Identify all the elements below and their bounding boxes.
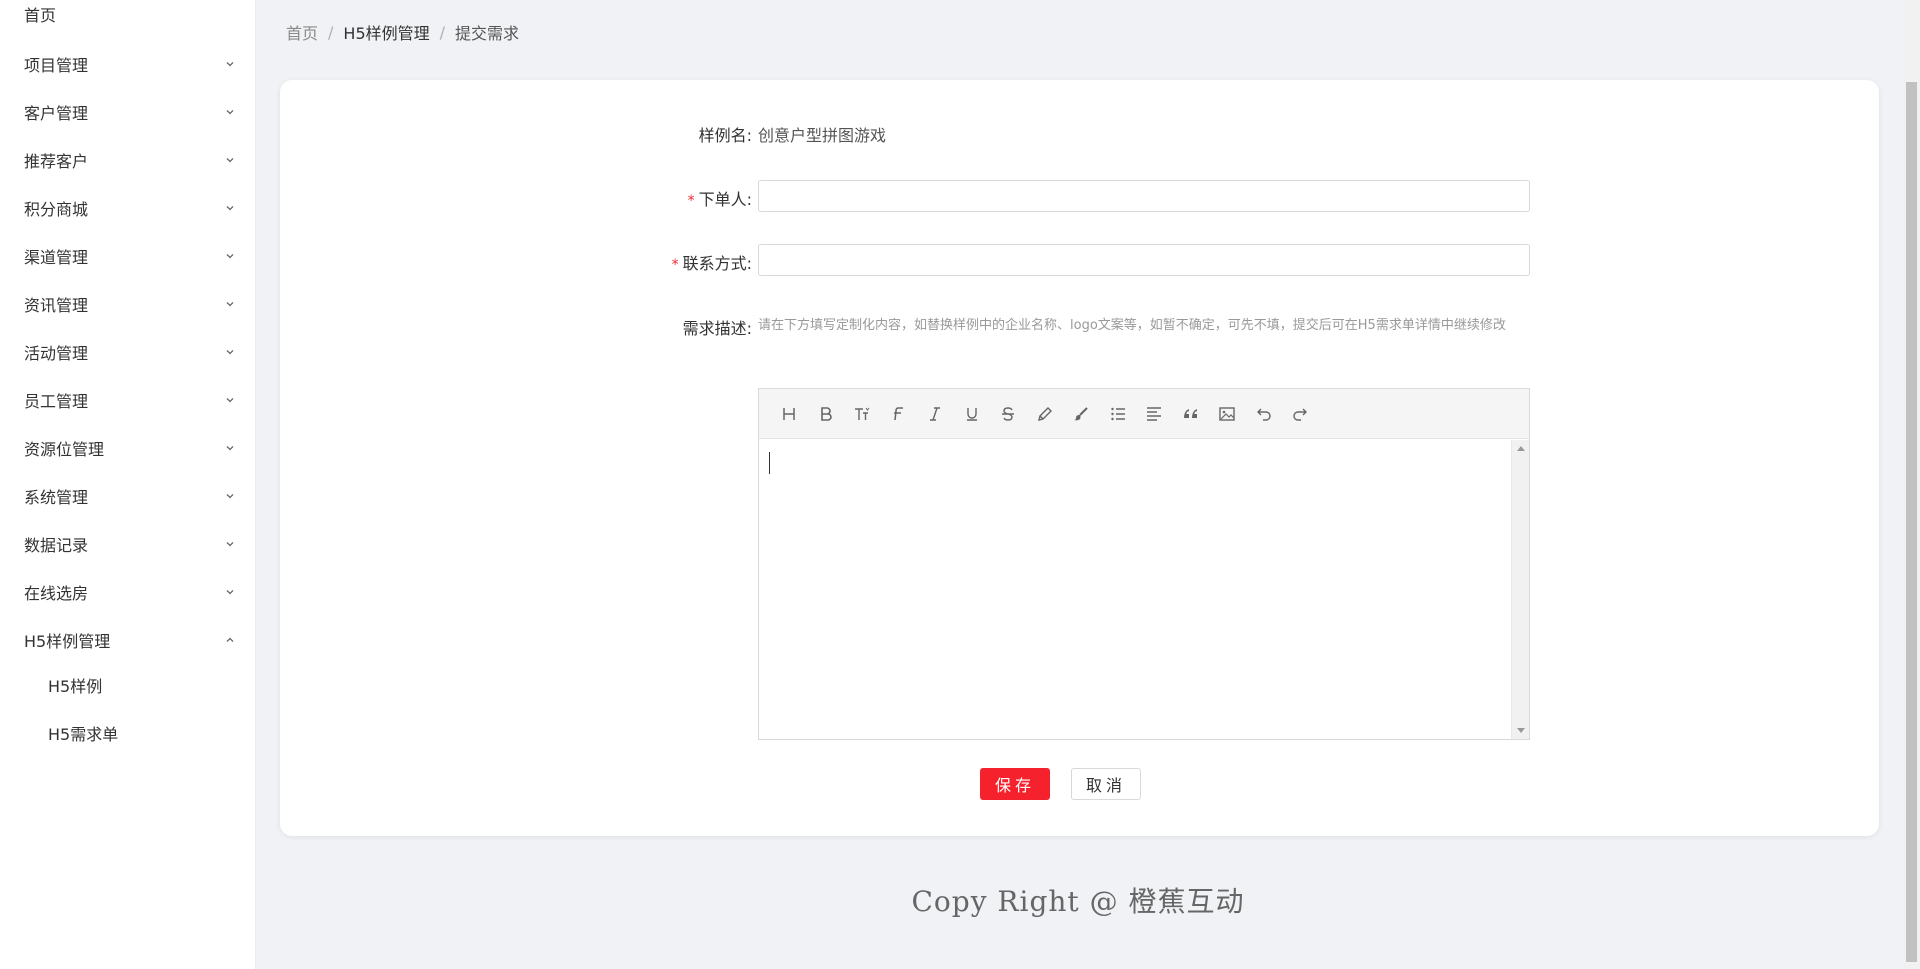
sidebar-item-activities[interactable]: 活动管理 <box>0 332 256 372</box>
sidebar-subitem-h5-orders[interactable]: H5需求单 <box>0 713 256 753</box>
sidebar-item-label: 项目管理 <box>24 56 89 75</box>
description-hint: 请在下方填写定制化内容，如替换样例中的企业名称、logo文案等，如暂不确定，可先… <box>758 318 1506 333</box>
sample-name-label-text: 样例名: <box>698 126 752 145</box>
chevron-down-icon <box>224 298 236 310</box>
font-size-icon[interactable] <box>844 400 881 428</box>
sidebar-item-system[interactable]: 系统管理 <box>0 476 256 516</box>
sidebar-item-resource-slots[interactable]: 资源位管理 <box>0 428 256 468</box>
sidebar-item-label: 员工管理 <box>24 392 89 411</box>
contact-input[interactable] <box>758 244 1530 276</box>
sidebar-item-label: 系统管理 <box>24 488 89 507</box>
sidebar-item-projects[interactable]: 项目管理 <box>0 44 256 84</box>
required-mark: * <box>687 193 695 209</box>
sidebar-item-news[interactable]: 资讯管理 <box>0 284 256 324</box>
sidebar-item-label: 活动管理 <box>24 344 89 363</box>
sidebar-item-label: 在线选房 <box>24 584 89 603</box>
sidebar-item-referrals[interactable]: 推荐客户 <box>0 140 256 180</box>
sidebar-item-label: 积分商城 <box>24 200 89 219</box>
sidebar-item-online-housing[interactable]: 在线选房 <box>0 572 256 612</box>
brush-icon[interactable] <box>1063 400 1100 428</box>
description-label-text: 需求描述: <box>682 319 752 338</box>
highlight-icon[interactable] <box>1027 400 1064 428</box>
underline-icon[interactable] <box>954 400 991 428</box>
breadcrumb-section[interactable]: H5样例管理 <box>343 20 429 44</box>
breadcrumb-separator: / <box>328 22 334 42</box>
align-icon[interactable] <box>1136 400 1173 428</box>
chevron-down-icon <box>224 586 236 598</box>
bold-icon[interactable] <box>808 400 845 428</box>
chevron-down-icon <box>224 154 236 166</box>
sidebar-item-channels[interactable]: 渠道管理 <box>0 236 256 276</box>
chevron-down-icon <box>224 490 236 502</box>
italic-icon[interactable] <box>917 400 954 428</box>
chevron-down-icon <box>224 58 236 70</box>
chevron-down-icon <box>224 250 236 262</box>
sidebar-item-data-records[interactable]: 数据记录 <box>0 524 256 564</box>
sidebar-item-points-mall[interactable]: 积分商城 <box>0 188 256 228</box>
sidebar-item-staff[interactable]: 员工管理 <box>0 380 256 420</box>
editor-toolbar <box>759 389 1529 439</box>
sample-name-label: 样例名: <box>640 122 752 146</box>
sidebar-item-label: 资源位管理 <box>24 440 105 459</box>
chevron-down-icon <box>224 346 236 358</box>
editor-scrollbar[interactable] <box>1511 440 1529 739</box>
page-scrollbar-thumb[interactable] <box>1906 82 1917 962</box>
undo-icon[interactable] <box>1246 400 1283 428</box>
quote-icon[interactable] <box>1173 400 1210 428</box>
breadcrumb-home[interactable]: 首页 <box>286 20 318 44</box>
breadcrumb: 首页 / H5样例管理 / 提交需求 <box>286 20 519 44</box>
sidebar-item-customers[interactable]: 客户管理 <box>0 92 256 132</box>
sidebar-item-label: H5样例管理 <box>24 632 111 651</box>
chevron-up-icon <box>224 634 236 646</box>
breadcrumb-separator: / <box>439 22 446 42</box>
scroll-up-icon[interactable] <box>1517 446 1525 451</box>
sidebar-item-label: H5需求单 <box>48 725 119 744</box>
image-icon[interactable] <box>1209 400 1246 428</box>
text-caret <box>769 452 770 474</box>
sidebar-item-h5-samples[interactable]: H5样例管理 <box>0 620 256 660</box>
required-mark: * <box>671 257 679 273</box>
contact-label-text: 联系方式: <box>682 254 752 273</box>
heading-icon[interactable] <box>771 400 808 428</box>
sidebar-item-label: 资讯管理 <box>24 296 89 315</box>
sidebar-item-label: 渠道管理 <box>24 248 89 267</box>
rich-text-editor <box>758 388 1530 740</box>
sample-name-value: 创意户型拼图游戏 <box>758 126 887 145</box>
sidebar-item-label: 推荐客户 <box>24 152 89 171</box>
contact-label: * 联系方式: <box>640 250 752 274</box>
redo-icon[interactable] <box>1282 400 1319 428</box>
sidebar-item-label: H5样例 <box>48 677 103 696</box>
chevron-down-icon <box>224 202 236 214</box>
list-icon[interactable] <box>1100 400 1137 428</box>
orderer-input[interactable] <box>758 180 1530 212</box>
font-family-icon[interactable] <box>881 400 918 428</box>
chevron-down-icon <box>224 106 236 118</box>
sidebar: 首页 项目管理 客户管理 推荐客户 积分商城 渠道管理 资讯管理 活动管理 员工… <box>0 0 256 969</box>
footer-copyright: Copy Right @ 橙蕉互动 <box>911 885 1245 918</box>
sidebar-item-label: 客户管理 <box>24 104 89 123</box>
sidebar-item-home[interactable]: 首页 <box>0 0 256 34</box>
page-scrollbar[interactable] <box>1903 0 1920 969</box>
save-button[interactable]: 保存 <box>980 768 1050 800</box>
description-label: 需求描述: <box>640 315 752 339</box>
cancel-button[interactable]: 取消 <box>1071 768 1141 800</box>
chevron-down-icon <box>224 538 236 550</box>
sidebar-item-label: 数据记录 <box>24 536 89 555</box>
editor-content-area[interactable] <box>759 440 1509 739</box>
chevron-down-icon <box>224 394 236 406</box>
orderer-label: * 下单人: <box>640 186 752 210</box>
chevron-down-icon <box>224 442 236 454</box>
scroll-down-icon[interactable] <box>1517 728 1525 733</box>
strikethrough-icon[interactable] <box>990 400 1027 428</box>
orderer-label-text: 下单人: <box>698 190 752 209</box>
sidebar-item-label: 首页 <box>24 6 57 25</box>
sidebar-subitem-h5-sample[interactable]: H5样例 <box>0 665 256 705</box>
breadcrumb-current: 提交需求 <box>455 24 520 43</box>
